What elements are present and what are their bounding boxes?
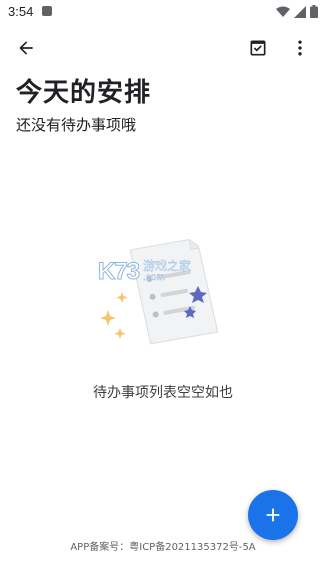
notification-app-icon bbox=[42, 6, 52, 16]
footer-icp-text: APP备案号：粤ICP备2021135372号-5A bbox=[70, 542, 256, 553]
plus-icon bbox=[266, 508, 280, 522]
watermark: K73 游戏之家 .com bbox=[97, 258, 191, 286]
page-title: 今天的安排 bbox=[16, 78, 152, 108]
battery-icon bbox=[310, 5, 318, 18]
more-options-button[interactable] bbox=[284, 32, 316, 64]
app-bar bbox=[0, 28, 326, 68]
mark-done-button[interactable] bbox=[242, 32, 274, 64]
signal-icon bbox=[294, 5, 306, 18]
watermark-logo: K73 bbox=[97, 258, 140, 286]
add-task-button[interactable] bbox=[248, 490, 298, 540]
back-button[interactable] bbox=[10, 32, 42, 64]
page-subtitle: 还没有待办事项哦 bbox=[16, 116, 137, 134]
check-box-icon bbox=[250, 40, 266, 56]
status-time: 3:54 bbox=[8, 4, 34, 19]
empty-list-illustration bbox=[100, 238, 219, 345]
more-vert-icon bbox=[298, 40, 302, 56]
wifi-icon bbox=[276, 6, 290, 17]
status-bar: 3:54 bbox=[0, 0, 326, 24]
watermark-en: .com bbox=[143, 272, 165, 284]
empty-state-message: 待办事项列表空空如也 bbox=[93, 385, 233, 401]
arrow-back-icon bbox=[19, 41, 33, 55]
status-icons bbox=[276, 5, 318, 18]
